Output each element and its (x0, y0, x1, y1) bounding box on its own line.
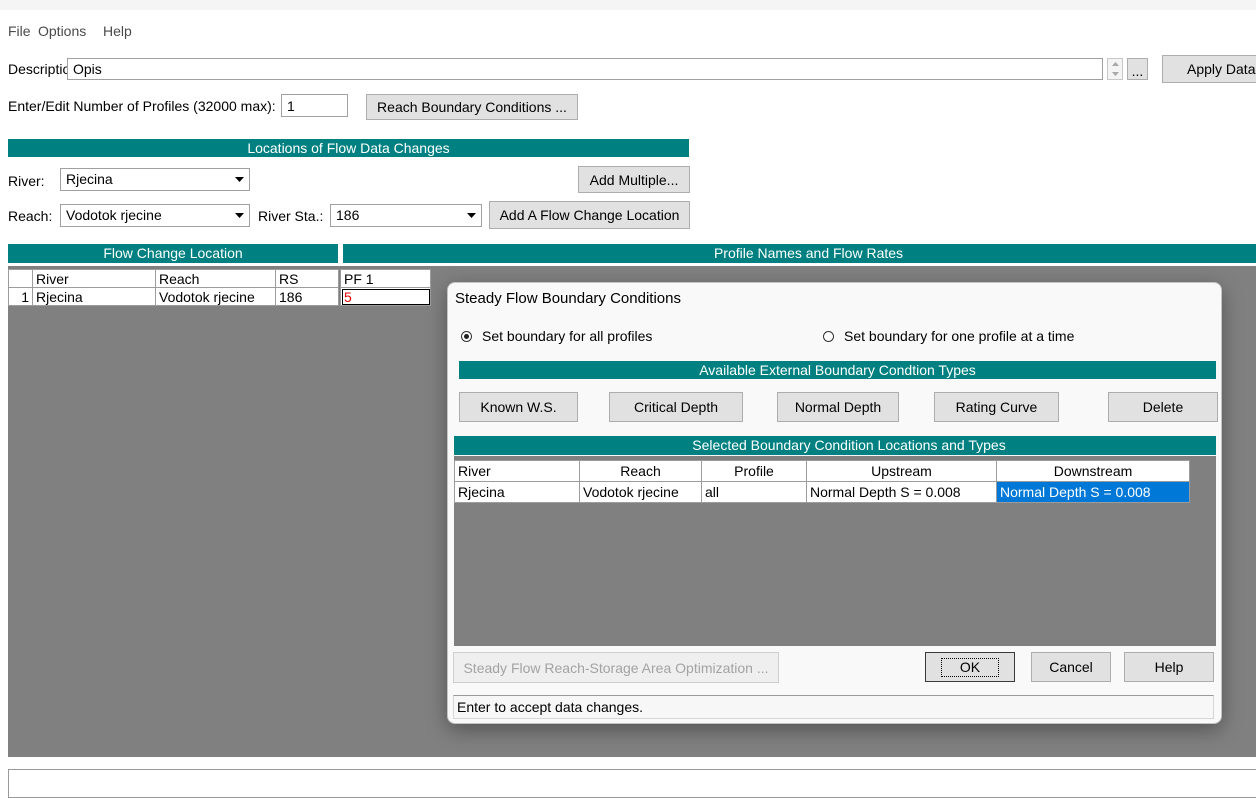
table-row[interactable]: 5 (340, 287, 431, 306)
apply-data-label: Apply Data (1187, 61, 1256, 77)
description-value: Opis (73, 61, 102, 77)
column-header-upstream[interactable]: Upstream (806, 460, 997, 482)
flow-location-table: River Reach RS 1 Rjecina Vodotok rjecine… (8, 269, 339, 306)
critical-depth-label: Critical Depth (633, 399, 719, 415)
column-header-profile[interactable]: Profile (701, 460, 807, 482)
boundary-conditions-dialog: Steady Flow Boundary Conditions Set boun… (447, 282, 1222, 724)
window-top-strip (0, 0, 1256, 10)
profiles-count-input[interactable]: 1 (281, 94, 348, 117)
add-multiple-button[interactable]: Add Multiple... (578, 166, 690, 193)
profiles-count-value: 1 (287, 97, 295, 114)
table-row[interactable]: 1 Rjecina Vodotok rjecine 186 (8, 287, 339, 306)
ok-button[interactable]: OK (925, 652, 1015, 682)
reach-boundary-conditions-label: Reach Boundary Conditions ... (377, 99, 567, 115)
help-button[interactable]: Help (1124, 652, 1214, 682)
radio-all-profiles-label[interactable]: Set boundary for all profiles (482, 328, 652, 344)
cell-river[interactable]: Rjecina (32, 287, 156, 306)
cell-upstream[interactable]: Normal Depth S = 0.008 (806, 481, 997, 503)
menu-help[interactable]: Help (103, 23, 132, 39)
rating-curve-button[interactable]: Rating Curve (934, 392, 1059, 422)
column-header-river[interactable]: River (454, 460, 580, 482)
river-combobox[interactable]: Rjecina (60, 168, 250, 191)
rating-curve-label: Rating Curve (955, 399, 1038, 415)
column-header-reach[interactable]: Reach (155, 269, 276, 288)
dialog-status-text: Enter to accept data changes. (457, 699, 644, 715)
radio-one-profile-label[interactable]: Set boundary for one profile at a time (844, 328, 1074, 344)
river-station-label: River Sta.: (258, 208, 324, 224)
cell-reach[interactable]: Vodotok rjecine (579, 481, 702, 503)
ellipsis-button-label: ... (1131, 63, 1144, 79)
menu-options[interactable]: Options (38, 23, 86, 39)
cell-downstream[interactable]: Normal Depth S = 0.008 (996, 481, 1190, 503)
add-multiple-label: Add Multiple... (589, 171, 679, 188)
river-label: River: (8, 173, 45, 189)
reach-boundary-conditions-button[interactable]: Reach Boundary Conditions ... (366, 94, 578, 120)
profile-names-header: Profile Names and Flow Rates (343, 244, 1256, 263)
cell-profile[interactable]: all (701, 481, 807, 503)
storage-area-optimization-label: Steady Flow Reach-Storage Area Optimizat… (463, 659, 769, 676)
menu-file[interactable]: File (8, 23, 31, 39)
cancel-button[interactable]: Cancel (1031, 652, 1111, 682)
spinner-down-icon[interactable] (1108, 69, 1122, 79)
cell-reach[interactable]: Vodotok rjecine (155, 287, 276, 306)
add-flow-change-location-button[interactable]: Add A Flow Change Location (489, 201, 690, 229)
table-header-row: PF 1 (340, 269, 431, 288)
chevron-down-icon[interactable] (231, 170, 248, 189)
cancel-label: Cancel (1049, 659, 1093, 675)
table-header-row: River Reach Profile Upstream Downstream (454, 460, 1190, 482)
apply-data-button[interactable]: Apply Data (1162, 55, 1256, 83)
storage-area-optimization-button[interactable]: Steady Flow Reach-Storage Area Optimizat… (453, 652, 779, 683)
reach-combobox[interactable]: Vodotok rjecine (60, 204, 250, 227)
flow-rates-table: PF 1 5 (340, 269, 431, 306)
description-ellipsis-button[interactable]: ... (1127, 58, 1148, 80)
boundary-conditions-table: River Reach Profile Upstream Downstream … (454, 460, 1190, 503)
help-label: Help (1154, 659, 1184, 675)
spinner-up-icon[interactable] (1108, 59, 1122, 69)
cell-river[interactable]: Rjecina (454, 481, 580, 503)
chevron-down-icon[interactable] (463, 206, 480, 225)
column-header-rs[interactable]: RS (275, 269, 339, 288)
ok-label: OK (940, 657, 1000, 677)
river-station-combobox[interactable]: 186 (330, 204, 482, 227)
normal-depth-button[interactable]: Normal Depth (777, 392, 899, 422)
radio-one-profile[interactable] (823, 331, 834, 342)
main-status-bar (8, 769, 1256, 798)
river-station-value: 186 (336, 207, 360, 223)
reach-label: Reach: (8, 208, 53, 224)
column-header-reach[interactable]: Reach (579, 460, 702, 482)
locations-header: Locations of Flow Data Changes (8, 139, 689, 157)
known-ws-button[interactable]: Known W.S. (459, 392, 578, 422)
row-number: 1 (8, 287, 33, 306)
steady-flow-data-window: File Options Help Description : Opis ...… (0, 0, 1256, 798)
row-number-header (8, 269, 33, 288)
column-header-downstream[interactable]: Downstream (996, 460, 1190, 482)
reach-combobox-value: Vodotok rjecine (66, 207, 162, 223)
cell-pf1-flow[interactable]: 5 (340, 287, 431, 306)
flow-change-location-header: Flow Change Location (8, 244, 338, 263)
chevron-down-icon[interactable] (231, 206, 248, 225)
dialog-title: Steady Flow Boundary Conditions (455, 290, 681, 307)
dialog-status-bar: Enter to accept data changes. (453, 695, 1214, 719)
delete-label: Delete (1142, 399, 1184, 415)
critical-depth-button[interactable]: Critical Depth (609, 392, 743, 422)
column-header-river[interactable]: River (32, 269, 156, 288)
radio-all-profiles[interactable] (461, 331, 472, 342)
boundary-types-header: Available External Boundary Condtion Typ… (459, 361, 1216, 379)
river-combobox-value: Rjecina (66, 171, 113, 187)
add-flow-change-location-label: Add A Flow Change Location (499, 207, 680, 223)
profiles-count-label: Enter/Edit Number of Profiles (32000 max… (8, 98, 276, 114)
normal-depth-label: Normal Depth (794, 399, 882, 415)
description-spinner[interactable] (1107, 58, 1123, 80)
delete-button[interactable]: Delete (1108, 392, 1218, 422)
known-ws-label: Known W.S. (480, 399, 557, 415)
selected-locations-header: Selected Boundary Condition Locations an… (454, 436, 1216, 455)
table-header-row: River Reach RS (8, 269, 339, 288)
cell-rs[interactable]: 186 (275, 287, 339, 306)
description-input[interactable]: Opis (67, 58, 1103, 80)
column-header-pf1[interactable]: PF 1 (340, 269, 431, 288)
table-row[interactable]: Rjecina Vodotok rjecine all Normal Depth… (454, 481, 1190, 503)
